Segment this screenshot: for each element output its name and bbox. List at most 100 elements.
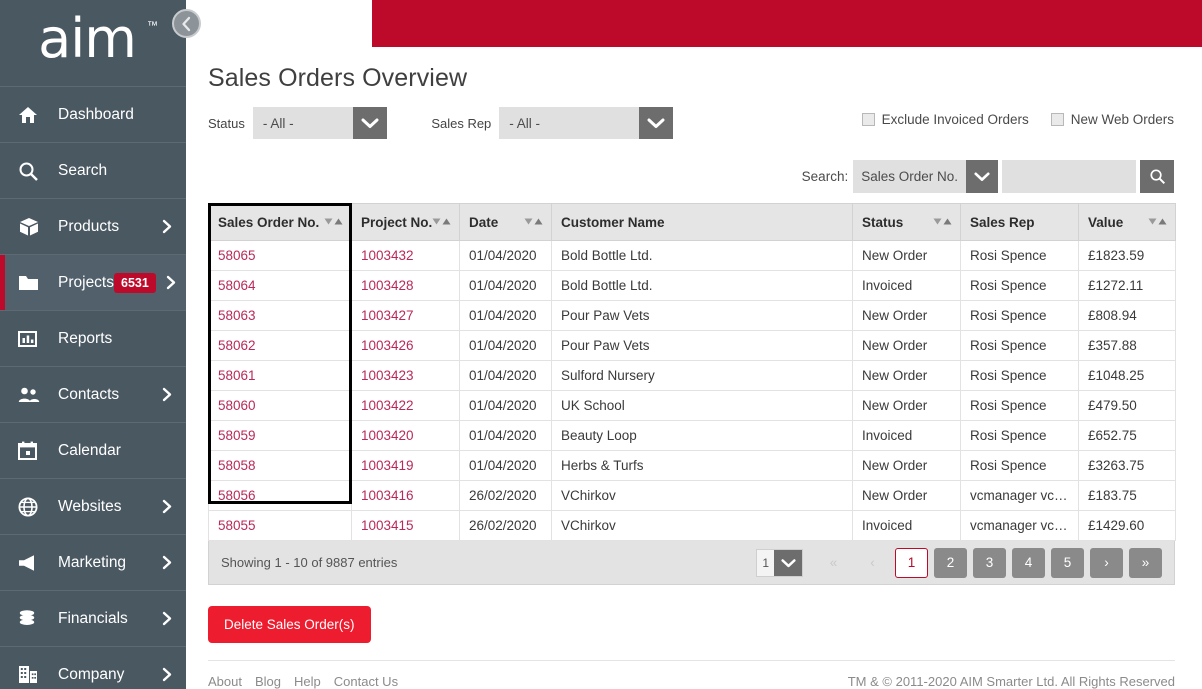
pagination-page-5[interactable]: 5 <box>1051 547 1084 578</box>
cell-value: £1272.11 <box>1078 270 1176 301</box>
table-row[interactable]: 58062 1003426 01/04/2020 Pour Paw Vets N… <box>208 330 1176 361</box>
sales-rep-filter-select[interactable]: - All - <box>499 107 674 139</box>
column-header-project-no[interactable]: Project No. <box>351 203 460 241</box>
cell-sales-order-no: 58061 <box>208 360 352 391</box>
sidebar-item-search[interactable]: Search <box>0 142 186 198</box>
table-row[interactable]: 58065 1003432 01/04/2020 Bold Bottle Ltd… <box>208 240 1176 271</box>
pagination-page-2[interactable]: 2 <box>934 547 967 578</box>
sales-order-link[interactable]: 58061 <box>218 368 256 383</box>
sales-order-link[interactable]: 58063 <box>218 308 256 323</box>
search-input[interactable] <box>1002 159 1136 193</box>
project-link[interactable]: 1003428 <box>361 278 414 293</box>
sales-order-link[interactable]: 58064 <box>218 278 256 293</box>
pagination-prev-button[interactable]: ‹ <box>856 547 889 578</box>
copyright-text: TM & © 2011-2020 AIM Smarter Ltd. All Ri… <box>847 674 1175 689</box>
project-link[interactable]: 1003416 <box>361 488 414 503</box>
project-link[interactable]: 1003427 <box>361 308 414 323</box>
filter-checkboxes: Exclude Invoiced Orders New Web Orders <box>861 112 1174 127</box>
cell-value: £183.75 <box>1078 480 1176 511</box>
sidebar-item-reports[interactable]: Reports <box>0 310 186 366</box>
column-header-customer-name[interactable]: Customer Name <box>551 203 853 241</box>
sales-order-link[interactable]: 58065 <box>218 248 256 263</box>
chevron-down-icon[interactable] <box>966 159 998 193</box>
table-row[interactable]: 58055 1003415 26/02/2020 VChirkov Invoic… <box>208 510 1176 541</box>
sidebar-item-dashboard[interactable]: Dashboard <box>0 86 186 142</box>
sidebar-collapse-button[interactable] <box>172 9 201 38</box>
project-link[interactable]: 1003415 <box>361 518 414 533</box>
table-row[interactable]: 58063 1003427 01/04/2020 Pour Paw Vets N… <box>208 300 1176 331</box>
table-row[interactable]: 58064 1003428 01/04/2020 Bold Bottle Ltd… <box>208 270 1176 301</box>
project-link[interactable]: 1003432 <box>361 248 414 263</box>
sales-order-link[interactable]: 58058 <box>218 458 256 473</box>
project-link[interactable]: 1003420 <box>361 428 414 443</box>
pagination-last-button[interactable]: » <box>1129 547 1162 578</box>
checkbox-box <box>861 113 875 126</box>
sales-order-link[interactable]: 58060 <box>218 398 256 413</box>
sidebar-item-contacts[interactable]: Contacts <box>0 366 186 422</box>
sidebar-item-marketing[interactable]: Marketing <box>0 534 186 590</box>
search-field-selected[interactable]: Sales Order No. <box>853 159 966 193</box>
app-logo[interactable]: aim ™ <box>0 0 186 86</box>
sidebar-item-products[interactable]: Products <box>0 198 186 254</box>
sidebar-item-financials[interactable]: Financials <box>0 590 186 646</box>
column-header-date[interactable]: Date <box>459 203 552 241</box>
pagination-page-1[interactable]: 1 <box>895 547 928 578</box>
page-size-select[interactable]: 1 <box>756 548 803 577</box>
sidebar-item-projects[interactable]: Projects 6531 <box>0 254 186 310</box>
table-row[interactable]: 58061 1003423 01/04/2020 Sulford Nursery… <box>208 360 1176 391</box>
column-header-value[interactable]: Value <box>1078 203 1176 241</box>
footer-link-about[interactable]: About <box>208 674 242 689</box>
project-link[interactable]: 1003426 <box>361 338 414 353</box>
project-link[interactable]: 1003422 <box>361 398 414 413</box>
chevron-down-icon <box>639 107 674 139</box>
project-link[interactable]: 1003423 <box>361 368 414 383</box>
column-label: Project No. <box>361 214 433 230</box>
column-header-sales-order-no[interactable]: Sales Order No. <box>208 203 352 241</box>
status-filter-select[interactable]: - All - <box>252 107 387 139</box>
search-submit-button[interactable] <box>1140 159 1174 193</box>
pagination-page-3[interactable]: 3 <box>973 547 1006 578</box>
cell-date: 01/04/2020 <box>459 360 552 391</box>
sort-toggle-icon[interactable] <box>432 217 451 226</box>
sort-toggle-icon[interactable] <box>324 217 343 226</box>
sort-toggle-icon[interactable] <box>1148 217 1167 226</box>
cell-customer-name: Bold Bottle Ltd. <box>551 240 853 271</box>
footer-link-blog[interactable]: Blog <box>255 674 281 689</box>
delete-sales-orders-button[interactable]: Delete Sales Order(s) <box>208 606 371 643</box>
sidebar-item-company[interactable]: Company <box>0 646 186 689</box>
sort-toggle-icon[interactable] <box>524 217 543 226</box>
sort-toggle-icon[interactable] <box>933 217 952 226</box>
column-header-status[interactable]: Status <box>852 203 961 241</box>
projects-count-badge: 6531 <box>114 272 156 293</box>
table-row[interactable]: 58058 1003419 01/04/2020 Herbs & Turfs N… <box>208 450 1176 481</box>
cell-sales-rep: vcmanager vcm... <box>960 510 1079 541</box>
sidebar-item-label: Financials <box>58 609 128 627</box>
chevron-right-icon <box>162 387 172 402</box>
footer-link-contact-us[interactable]: Contact Us <box>334 674 398 689</box>
sales-order-link[interactable]: 58056 <box>218 488 256 503</box>
cell-project-no: 1003420 <box>351 420 460 451</box>
sidebar-item-websites[interactable]: Websites <box>0 478 186 534</box>
cell-date: 01/04/2020 <box>459 450 552 481</box>
cell-customer-name: VChirkov <box>551 480 853 511</box>
search-icon <box>18 160 44 182</box>
new-web-orders-checkbox[interactable]: New Web Orders <box>1050 112 1174 127</box>
pagination-page-4[interactable]: 4 <box>1012 547 1045 578</box>
pagination-first-button[interactable]: « <box>817 547 850 578</box>
sales-order-link[interactable]: 58062 <box>218 338 256 353</box>
project-link[interactable]: 1003419 <box>361 458 414 473</box>
table-row[interactable]: 58060 1003422 01/04/2020 UK School New O… <box>208 390 1176 421</box>
status-filter-label: Status <box>208 115 245 131</box>
sales-order-link[interactable]: 58059 <box>218 428 256 443</box>
pagination-next-button[interactable]: › <box>1090 547 1123 578</box>
column-header-sales-rep[interactable]: Sales Rep <box>960 203 1079 241</box>
table-row[interactable]: 58059 1003420 01/04/2020 Beauty Loop Inv… <box>208 420 1176 451</box>
exclude-invoiced-orders-checkbox[interactable]: Exclude Invoiced Orders <box>861 112 1029 127</box>
app-root: aim ™ Dashboard Search Products Projects… <box>0 0 1202 689</box>
footer-link-help[interactable]: Help <box>294 674 321 689</box>
sales-order-link[interactable]: 58055 <box>218 518 256 533</box>
column-label: Date <box>469 214 499 230</box>
sidebar-item-calendar[interactable]: Calendar <box>0 422 186 478</box>
box-icon <box>18 216 44 238</box>
table-row[interactable]: 58056 1003416 26/02/2020 VChirkov New Or… <box>208 480 1176 511</box>
